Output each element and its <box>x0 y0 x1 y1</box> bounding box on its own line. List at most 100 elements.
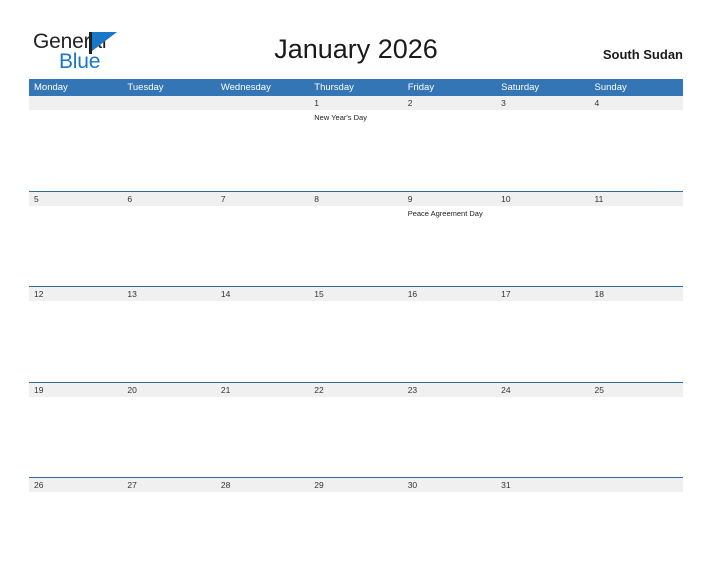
day-cell[interactable] <box>215 301 310 382</box>
day-events <box>309 492 402 495</box>
day-cell[interactable] <box>402 301 497 382</box>
day-number-cell[interactable]: 1 <box>309 96 403 110</box>
day-cell[interactable] <box>589 396 683 478</box>
day-number-cell[interactable]: 12 <box>29 286 123 301</box>
day-number-cell[interactable] <box>29 96 123 110</box>
day-events <box>590 492 683 495</box>
day-cell[interactable] <box>402 110 497 191</box>
day-events <box>403 110 496 113</box>
day-events <box>309 301 402 304</box>
day-number-cell[interactable]: 10 <box>496 190 590 206</box>
weekday-header-tuesday: Tuesday <box>122 79 216 96</box>
day-cell[interactable] <box>402 396 497 478</box>
day-events <box>216 397 309 400</box>
weekday-header-saturday: Saturday <box>496 79 590 96</box>
day-cell[interactable] <box>309 301 403 382</box>
holiday-label: New Year's Day <box>314 113 367 122</box>
day-cell[interactable] <box>29 492 123 573</box>
day-number-cell[interactable]: 16 <box>402 286 497 301</box>
day-cell[interactable] <box>122 205 216 287</box>
week-date-row: 1234 <box>29 96 683 110</box>
day-cell[interactable] <box>29 110 123 191</box>
day-number-cell[interactable]: 9 <box>402 190 497 206</box>
day-cell[interactable] <box>589 110 683 191</box>
day-number-cell[interactable]: 20 <box>122 381 216 397</box>
day-events <box>29 492 122 495</box>
day-number-cell[interactable]: 11 <box>589 190 683 206</box>
day-number-cell[interactable]: 23 <box>402 381 497 397</box>
weekday-header-sunday: Sunday <box>589 79 683 96</box>
day-number-cell[interactable]: 4 <box>589 96 683 110</box>
day-events <box>216 206 309 209</box>
day-number-cell[interactable]: 29 <box>309 477 403 492</box>
day-events <box>496 206 589 209</box>
day-cell[interactable] <box>496 301 590 382</box>
week-date-row: 12 13 14 15 16 17 18 <box>29 286 683 301</box>
day-cell[interactable] <box>122 110 216 191</box>
day-cell[interactable] <box>589 301 683 382</box>
day-cell[interactable] <box>496 492 590 573</box>
day-cell[interactable]: New Year's Day <box>309 110 403 191</box>
day-number-cell[interactable]: 26 <box>29 477 123 492</box>
day-events <box>216 301 309 304</box>
day-number-cell[interactable]: 25 <box>589 381 683 397</box>
day-number-cell[interactable]: 21 <box>215 381 310 397</box>
day-cell[interactable] <box>29 396 123 478</box>
day-cell[interactable] <box>215 205 310 287</box>
day-number-cell[interactable]: 6 <box>122 190 216 206</box>
day-cell[interactable] <box>309 205 403 287</box>
day-events <box>29 301 122 304</box>
day-number-cell[interactable]: 2 <box>402 96 497 110</box>
day-cell[interactable] <box>122 301 216 382</box>
day-number-cell[interactable]: 28 <box>215 477 310 492</box>
day-cell[interactable] <box>309 492 403 573</box>
day-number-cell[interactable]: 13 <box>122 286 216 301</box>
day-cell[interactable] <box>215 396 310 478</box>
day-cell[interactable] <box>29 301 123 382</box>
day-number-cell[interactable]: 7 <box>215 190 310 206</box>
day-number-cell[interactable]: 5 <box>29 190 123 206</box>
day-cell[interactable] <box>496 396 590 478</box>
day-cell[interactable] <box>29 205 123 287</box>
day-cell[interactable] <box>402 492 497 573</box>
day-cell[interactable] <box>215 110 310 191</box>
day-cell[interactable] <box>122 492 216 573</box>
day-number-cell[interactable]: 15 <box>309 286 403 301</box>
day-cell[interactable] <box>589 492 683 573</box>
region-label: South Sudan <box>602 47 683 62</box>
day-cell[interactable]: Peace Agreement Day <box>402 205 497 287</box>
day-cell[interactable] <box>215 492 310 573</box>
day-events <box>29 206 122 209</box>
day-cell[interactable] <box>496 110 590 191</box>
day-events: Peace Agreement Day <box>403 206 496 220</box>
week-date-row: 26 27 28 29 30 31 <box>29 477 683 492</box>
week-date-row: 5 6 7 8 9 10 11 <box>29 190 683 206</box>
day-number-cell[interactable]: 31 <box>496 477 590 492</box>
week-event-row <box>29 492 683 573</box>
day-number-cell[interactable]: 22 <box>309 381 403 397</box>
day-number-cell[interactable] <box>589 477 683 492</box>
day-number-cell[interactable]: 17 <box>496 286 590 301</box>
day-events <box>403 492 496 495</box>
day-cell[interactable] <box>309 396 403 478</box>
week-event-row <box>29 396 683 478</box>
day-cell[interactable] <box>496 205 590 287</box>
day-number-cell[interactable]: 8 <box>309 190 403 206</box>
day-events <box>122 206 215 209</box>
day-number-cell[interactable]: 18 <box>589 286 683 301</box>
day-number-cell[interactable]: 3 <box>496 96 590 110</box>
day-cell[interactable] <box>589 205 683 287</box>
day-events <box>403 397 496 400</box>
page-header: General Blue January 2026 South Sudan <box>0 0 712 78</box>
day-cell[interactable] <box>122 396 216 478</box>
day-number-cell[interactable]: 24 <box>496 381 590 397</box>
day-number-cell[interactable]: 30 <box>402 477 497 492</box>
week-event-row: New Year's Day <box>29 110 683 191</box>
day-number-cell[interactable]: 14 <box>215 286 310 301</box>
day-number-cell[interactable] <box>122 96 216 110</box>
day-number-cell[interactable]: 19 <box>29 381 123 397</box>
day-events <box>122 110 215 113</box>
day-number-cell[interactable] <box>215 96 310 110</box>
day-number-cell[interactable]: 27 <box>122 477 216 492</box>
day-events <box>496 492 589 495</box>
